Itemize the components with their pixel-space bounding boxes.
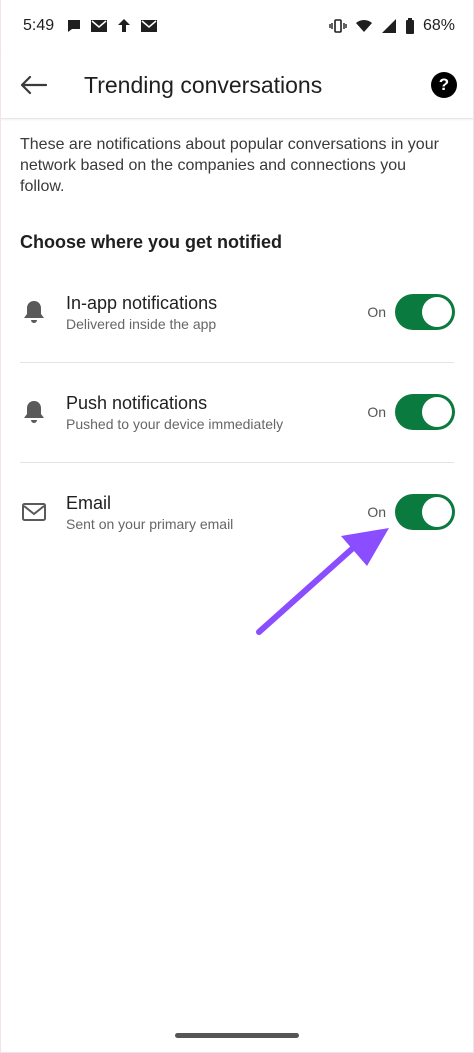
setting-text: In-app notifications Delivered inside th…: [66, 292, 217, 332]
help-icon: ?: [438, 75, 450, 94]
setting-row-email: Email Sent on your primary email On: [1, 462, 473, 562]
bell-icon: [20, 398, 48, 426]
chat-bubble-icon: [68, 20, 81, 32]
page-title: Trending conversations: [84, 71, 323, 98]
setting-title: In-app notifications: [66, 293, 218, 313]
system-icons: 68%: [329, 17, 455, 35]
toggle-knob: [422, 497, 452, 527]
setting-subtitle: Delivered inside the app: [66, 316, 217, 332]
battery-percent: 68%: [422, 17, 455, 34]
setting-state-label: On: [367, 504, 386, 520]
status-time: 5:49: [23, 17, 55, 34]
mail-icon: [141, 20, 158, 32]
arrow-left-icon: [20, 75, 47, 95]
envelope-icon: [20, 498, 48, 526]
help-button[interactable]: ?: [431, 72, 457, 98]
toggle-knob: [422, 297, 452, 327]
setting-text: Email Sent on your primary email: [66, 492, 233, 532]
setting-subtitle: Sent on your primary email: [66, 516, 234, 532]
upload-icon: [118, 19, 131, 32]
page-description: These are notifications about popular co…: [20, 136, 439, 195]
vibrate-icon: [329, 19, 347, 33]
notification-icons: [66, 18, 158, 34]
setting-row-in-app: In-app notifications Delivered inside th…: [1, 262, 473, 362]
notification-channels-list: In-app notifications Delivered inside th…: [1, 262, 473, 562]
push-notifications-toggle[interactable]: [395, 394, 455, 430]
mail-icon: [91, 20, 108, 32]
setting-state-label: On: [367, 304, 386, 320]
in-app-notifications-toggle[interactable]: [395, 294, 455, 330]
app-bar: Trending conversations ?: [1, 52, 473, 119]
gesture-nav-handle[interactable]: [175, 1033, 299, 1038]
setting-title: Email: [66, 493, 112, 513]
setting-title: Push notifications: [66, 393, 208, 413]
setting-text: Push notifications Pushed to your device…: [66, 392, 283, 432]
toggle-knob: [422, 397, 452, 427]
screen: 5:49 68% Trending conversations ? These …: [0, 0, 474, 1053]
signal-icon: [381, 19, 396, 33]
setting-state-label: On: [367, 404, 386, 420]
setting-row-push: Push notifications Pushed to your device…: [1, 362, 473, 462]
battery-icon: [405, 18, 414, 34]
bell-icon: [20, 298, 48, 326]
email-notifications-toggle[interactable]: [395, 494, 455, 530]
wifi-icon: [355, 19, 372, 32]
status-bar: 5:49 68%: [1, 0, 473, 52]
setting-subtitle: Pushed to your device immediately: [66, 416, 284, 432]
section-heading: Choose where you get notified: [20, 232, 283, 252]
back-button[interactable]: [18, 70, 48, 100]
